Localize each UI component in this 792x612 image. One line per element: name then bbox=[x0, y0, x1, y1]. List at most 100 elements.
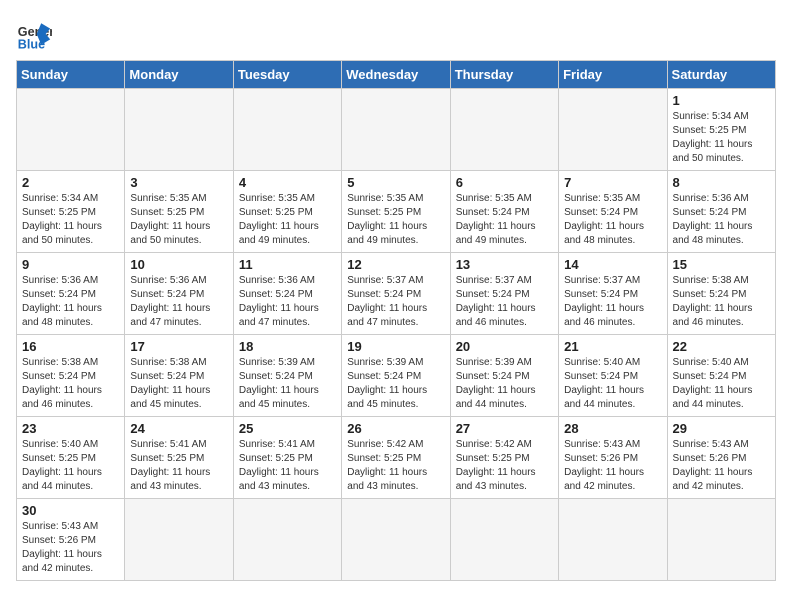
day-info: Sunrise: 5:42 AMSunset: 5:25 PMDaylight:… bbox=[456, 438, 553, 494]
calendar-cell: 24 Sunrise: 5:41 AMSunset: 5:25 PMDayligh… bbox=[125, 417, 233, 499]
day-number: 1 bbox=[673, 93, 770, 108]
calendar-cell: 17 Sunrise: 5:38 AMSunset: 5:24 PMDayligh… bbox=[125, 335, 233, 417]
calendar-cell: 11 Sunrise: 5:36 AMSunset: 5:24 PMDayligh… bbox=[233, 253, 341, 335]
day-info: Sunrise: 5:36 AMSunset: 5:24 PMDaylight:… bbox=[239, 274, 336, 330]
calendar-cell bbox=[233, 499, 341, 581]
calendar-cell: 25 Sunrise: 5:41 AMSunset: 5:25 PMDayligh… bbox=[233, 417, 341, 499]
day-info: Sunrise: 5:34 AMSunset: 5:25 PMDaylight:… bbox=[673, 110, 770, 166]
logo-icon: General Blue bbox=[16, 16, 52, 52]
calendar-cell: 20 Sunrise: 5:39 AMSunset: 5:24 PMDayligh… bbox=[450, 335, 558, 417]
weekday-header-wednesday: Wednesday bbox=[342, 61, 450, 89]
calendar-cell bbox=[125, 499, 233, 581]
calendar-cell: 26Sunrise: 5:42 AMSunset: 5:25 PMDayligh… bbox=[342, 417, 450, 499]
day-number: 28 bbox=[564, 421, 661, 436]
day-info: Sunrise: 5:37 AMSunset: 5:24 PMDaylight:… bbox=[456, 274, 553, 330]
calendar-cell bbox=[450, 499, 558, 581]
calendar-cell bbox=[17, 89, 125, 171]
day-number: 17 bbox=[130, 339, 227, 354]
calendar-cell: 6 Sunrise: 5:35 AMSunset: 5:24 PMDaylight… bbox=[450, 171, 558, 253]
weekday-header-friday: Friday bbox=[559, 61, 667, 89]
calendar-row-3: 9 Sunrise: 5:36 AMSunset: 5:24 PMDaylight… bbox=[17, 253, 776, 335]
day-info: Sunrise: 5:40 AMSunset: 5:24 PMDaylight:… bbox=[564, 356, 661, 412]
day-info: Sunrise: 5:36 AMSunset: 5:24 PMDaylight:… bbox=[22, 274, 119, 330]
day-info: Sunrise: 5:39 AMSunset: 5:24 PMDaylight:… bbox=[239, 356, 336, 412]
calendar-cell bbox=[342, 89, 450, 171]
day-info: Sunrise: 5:37 AMSunset: 5:24 PMDaylight:… bbox=[564, 274, 661, 330]
day-number: 22 bbox=[673, 339, 770, 354]
day-number: 27 bbox=[456, 421, 553, 436]
day-number: 18 bbox=[239, 339, 336, 354]
weekday-header-monday: Monday bbox=[125, 61, 233, 89]
calendar-cell: 30 Sunrise: 5:43 AMSunset: 5:26 PMDayligh… bbox=[17, 499, 125, 581]
day-number: 16 bbox=[22, 339, 119, 354]
calendar-row-2: 2 Sunrise: 5:34 AMSunset: 5:25 PMDaylight… bbox=[17, 171, 776, 253]
day-number: 19 bbox=[347, 339, 444, 354]
calendar-cell: 2 Sunrise: 5:34 AMSunset: 5:25 PMDaylight… bbox=[17, 171, 125, 253]
day-number: 5 bbox=[347, 175, 444, 190]
day-info: Sunrise: 5:42 AMSunset: 5:25 PMDaylight:… bbox=[347, 438, 444, 494]
calendar-cell: 4 Sunrise: 5:35 AMSunset: 5:25 PMDaylight… bbox=[233, 171, 341, 253]
day-number: 24 bbox=[130, 421, 227, 436]
calendar-cell bbox=[559, 499, 667, 581]
day-number: 4 bbox=[239, 175, 336, 190]
calendar-cell bbox=[233, 89, 341, 171]
day-info: Sunrise: 5:43 AMSunset: 5:26 PMDaylight:… bbox=[22, 520, 119, 576]
logo: General Blue bbox=[16, 16, 52, 52]
calendar-cell: 28Sunrise: 5:43 AMSunset: 5:26 PMDayligh… bbox=[559, 417, 667, 499]
weekday-header-sunday: Sunday bbox=[17, 61, 125, 89]
day-info: Sunrise: 5:41 AMSunset: 5:25 PMDaylight:… bbox=[239, 438, 336, 494]
calendar-cell bbox=[342, 499, 450, 581]
weekday-header-saturday: Saturday bbox=[667, 61, 775, 89]
calendar-cell: 14 Sunrise: 5:37 AMSunset: 5:24 PMDayligh… bbox=[559, 253, 667, 335]
calendar-cell: 23Sunrise: 5:40 AMSunset: 5:25 PMDayligh… bbox=[17, 417, 125, 499]
calendar-cell: 15 Sunrise: 5:38 AMSunset: 5:24 PMDayligh… bbox=[667, 253, 775, 335]
day-number: 14 bbox=[564, 257, 661, 272]
calendar-cell: 19Sunrise: 5:39 AMSunset: 5:24 PMDayligh… bbox=[342, 335, 450, 417]
calendar-cell: 12Sunrise: 5:37 AMSunset: 5:24 PMDayligh… bbox=[342, 253, 450, 335]
calendar-row-6: 30 Sunrise: 5:43 AMSunset: 5:26 PMDayligh… bbox=[17, 499, 776, 581]
day-info: Sunrise: 5:41 AMSunset: 5:25 PMDaylight:… bbox=[130, 438, 227, 494]
day-info: Sunrise: 5:40 AMSunset: 5:24 PMDaylight:… bbox=[673, 356, 770, 412]
calendar-cell: 1 Sunrise: 5:34 AMSunset: 5:25 PMDaylight… bbox=[667, 89, 775, 171]
weekday-header-thursday: Thursday bbox=[450, 61, 558, 89]
calendar-cell: 5 Sunrise: 5:35 AMSunset: 5:25 PMDaylight… bbox=[342, 171, 450, 253]
calendar-cell: 10Sunrise: 5:36 AMSunset: 5:24 PMDayligh… bbox=[125, 253, 233, 335]
day-number: 13 bbox=[456, 257, 553, 272]
calendar-cell: 22 Sunrise: 5:40 AMSunset: 5:24 PMDayligh… bbox=[667, 335, 775, 417]
calendar-cell: 29Sunrise: 5:43 AMSunset: 5:26 PMDayligh… bbox=[667, 417, 775, 499]
day-number: 7 bbox=[564, 175, 661, 190]
day-number: 30 bbox=[22, 503, 119, 518]
day-number: 12 bbox=[347, 257, 444, 272]
day-number: 2 bbox=[22, 175, 119, 190]
day-number: 21 bbox=[564, 339, 661, 354]
day-info: Sunrise: 5:36 AMSunset: 5:24 PMDaylight:… bbox=[673, 192, 770, 248]
day-info: Sunrise: 5:35 AMSunset: 5:24 PMDaylight:… bbox=[456, 192, 553, 248]
day-info: Sunrise: 5:38 AMSunset: 5:24 PMDaylight:… bbox=[130, 356, 227, 412]
day-info: Sunrise: 5:35 AMSunset: 5:25 PMDaylight:… bbox=[130, 192, 227, 248]
calendar-cell: 18 Sunrise: 5:39 AMSunset: 5:24 PMDayligh… bbox=[233, 335, 341, 417]
day-number: 9 bbox=[22, 257, 119, 272]
calendar-cell bbox=[125, 89, 233, 171]
calendar-cell bbox=[667, 499, 775, 581]
calendar-cell: 3 Sunrise: 5:35 AMSunset: 5:25 PMDaylight… bbox=[125, 171, 233, 253]
calendar-cell: 7 Sunrise: 5:35 AMSunset: 5:24 PMDaylight… bbox=[559, 171, 667, 253]
day-info: Sunrise: 5:35 AMSunset: 5:25 PMDaylight:… bbox=[347, 192, 444, 248]
weekday-header-row: SundayMondayTuesdayWednesdayThursdayFrid… bbox=[17, 61, 776, 89]
day-number: 25 bbox=[239, 421, 336, 436]
calendar-cell: 16 Sunrise: 5:38 AMSunset: 5:24 PMDayligh… bbox=[17, 335, 125, 417]
day-info: Sunrise: 5:35 AMSunset: 5:24 PMDaylight:… bbox=[564, 192, 661, 248]
day-info: Sunrise: 5:34 AMSunset: 5:25 PMDaylight:… bbox=[22, 192, 119, 248]
day-number: 10 bbox=[130, 257, 227, 272]
day-number: 15 bbox=[673, 257, 770, 272]
calendar-cell: 27 Sunrise: 5:42 AMSunset: 5:25 PMDayligh… bbox=[450, 417, 558, 499]
day-info: Sunrise: 5:35 AMSunset: 5:25 PMDaylight:… bbox=[239, 192, 336, 248]
day-number: 29 bbox=[673, 421, 770, 436]
day-number: 8 bbox=[673, 175, 770, 190]
day-info: Sunrise: 5:38 AMSunset: 5:24 PMDaylight:… bbox=[673, 274, 770, 330]
day-info: Sunrise: 5:39 AMSunset: 5:24 PMDaylight:… bbox=[456, 356, 553, 412]
day-info: Sunrise: 5:38 AMSunset: 5:24 PMDaylight:… bbox=[22, 356, 119, 412]
day-number: 20 bbox=[456, 339, 553, 354]
day-number: 11 bbox=[239, 257, 336, 272]
day-number: 3 bbox=[130, 175, 227, 190]
day-number: 6 bbox=[456, 175, 553, 190]
